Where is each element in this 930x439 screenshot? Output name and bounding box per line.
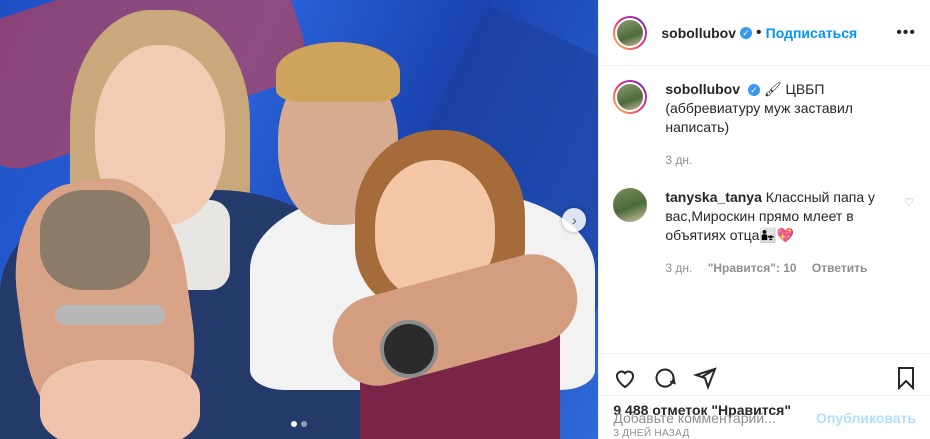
verified-icon: ✓ xyxy=(747,84,760,97)
commenter-username[interactable]: tanyska_tanya xyxy=(665,189,762,205)
comment-time[interactable]: 3 дн. xyxy=(665,261,692,275)
add-comment-bar: Добавьте комментарий... Опубликовать xyxy=(599,395,930,439)
action-icons xyxy=(613,364,918,392)
caption-meta: 3 дн. xyxy=(665,151,896,170)
publish-button[interactable]: Опубликовать xyxy=(816,410,916,426)
wristwatch xyxy=(380,320,438,378)
caption-avatar[interactable] xyxy=(613,80,648,114)
man-hair xyxy=(276,42,400,102)
comment-likes[interactable]: "Нравится": 10 xyxy=(708,261,797,275)
follow-button[interactable]: Подписаться xyxy=(766,25,858,41)
chevron-right-icon: › xyxy=(572,212,577,228)
post-sidebar: sobollubov ✓ • Подписаться ••• sobollubo… xyxy=(598,0,930,439)
woman-hand xyxy=(40,360,200,439)
caption: sobollubov ✓ 🖌 ЦВБП (аббревиатуру муж за… xyxy=(613,80,914,170)
skull-bracelet xyxy=(55,305,165,325)
share-icon[interactable] xyxy=(693,366,718,390)
comment-input[interactable]: Добавьте комментарий... xyxy=(613,410,775,426)
heart-icon[interactable] xyxy=(613,366,637,390)
carousel-dot xyxy=(291,421,298,427)
arm-tattoo xyxy=(40,190,150,290)
comment-item: tanyska_tanya Классный папа у вас,Мироск… xyxy=(613,188,914,278)
caption-time[interactable]: 3 дн. xyxy=(665,153,692,167)
instagram-post: › sobollubov ✓ • Подписаться ••• sobollu… xyxy=(0,0,930,439)
header-separator: • xyxy=(756,23,762,41)
reply-button[interactable]: Ответить xyxy=(812,261,867,275)
carousel-dots xyxy=(0,421,598,427)
comment-icon[interactable] xyxy=(653,366,677,390)
comment-like-icon[interactable]: ♡ xyxy=(904,196,914,209)
caption-username[interactable]: sobollubov xyxy=(665,81,740,97)
commenter-avatar[interactable] xyxy=(613,188,648,222)
author-username[interactable]: sobollubov xyxy=(661,25,736,41)
more-options-icon[interactable]: ••• xyxy=(896,24,916,42)
post-header: sobollubov ✓ • Подписаться ••• xyxy=(599,0,930,66)
comments-list: sobollubov ✓ 🖌 ЦВБП (аббревиатуру муж за… xyxy=(599,66,930,353)
post-photo[interactable]: › xyxy=(0,0,599,439)
verified-icon: ✓ xyxy=(740,26,753,39)
carousel-dot xyxy=(301,421,308,427)
author-avatar[interactable] xyxy=(613,15,648,50)
bookmark-icon[interactable] xyxy=(894,366,918,390)
comment-meta: 3 дн. "Нравится": 10 Ответить xyxy=(665,259,896,278)
